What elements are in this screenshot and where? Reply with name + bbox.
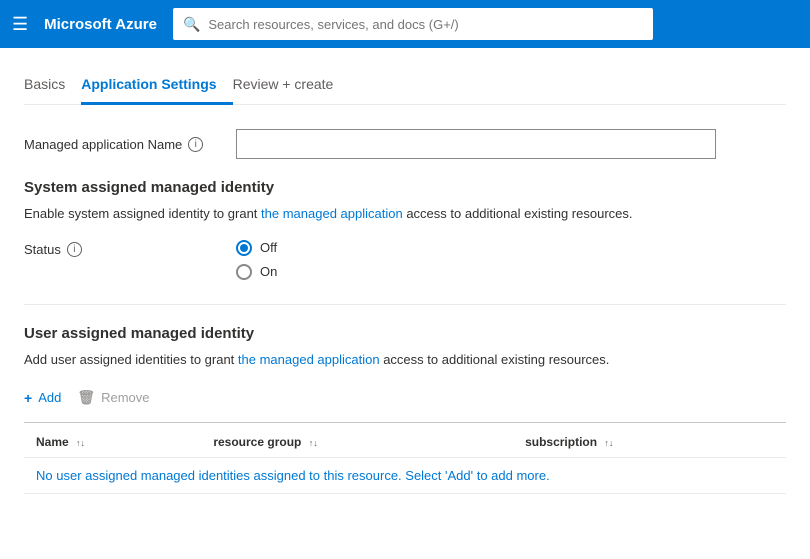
empty-row: No user assigned managed identities assi… [24,458,786,494]
empty-message: No user assigned managed identities assi… [24,458,786,494]
status-info-icon[interactable]: i [67,242,82,257]
action-toolbar: + Add 🗑 Remove [24,385,786,410]
user-identity-heading: User assigned managed identity [24,325,786,342]
status-on-radio[interactable] [236,264,252,280]
sort-name-icon: ↑↓ [76,438,85,448]
main-content: Basics Application Settings Review + cre… [0,48,810,514]
tab-review-create[interactable]: Review + create [233,68,350,105]
search-input[interactable] [208,17,643,32]
add-icon: + [24,390,32,406]
search-bar: 🔍 [173,8,653,40]
status-off-label: Off [260,240,277,255]
tab-basics[interactable]: Basics [24,68,81,105]
user-identity-description: Add user assigned identities to grant th… [24,350,786,370]
status-on-label: On [260,264,277,279]
toolbar-separator [24,422,786,423]
system-identity-heading: System assigned managed identity [24,179,786,196]
add-button[interactable]: + Add [24,386,61,410]
top-navigation: ☰ Microsoft Azure 🔍 [0,0,810,48]
status-label: Status [24,242,61,257]
status-radio-group: Off On [236,240,277,280]
status-label-col: Status i [24,240,224,257]
system-identity-description: Enable system assigned identity to grant… [24,204,786,224]
system-identity-link[interactable]: the managed application [261,206,403,221]
sort-rg-icon: ↑↓ [309,438,318,448]
col-name[interactable]: Name ↑↓ [24,427,201,458]
section-divider [24,304,786,305]
remove-button[interactable]: 🗑 Remove [77,385,149,410]
managed-app-name-info-icon[interactable]: i [188,137,203,152]
status-on-option[interactable]: On [236,264,277,280]
managed-app-name-input[interactable] [236,129,716,159]
tab-bar: Basics Application Settings Review + cre… [24,68,786,105]
add-label: Add [38,390,61,405]
status-off-radio[interactable] [236,240,252,256]
hamburger-menu-icon[interactable]: ☰ [12,14,28,35]
search-icon: 🔍 [183,16,200,33]
app-logo: Microsoft Azure [44,16,157,33]
identities-table: Name ↑↓ resource group ↑↓ subscription ↑… [24,427,786,494]
col-subscription[interactable]: subscription ↑↓ [513,427,786,458]
managed-app-name-label: Managed application Name i [24,137,224,152]
status-off-option[interactable]: Off [236,240,277,256]
managed-app-name-row: Managed application Name i [24,129,786,159]
col-resource-group[interactable]: resource group ↑↓ [201,427,513,458]
sort-sub-icon: ↑↓ [604,438,613,448]
status-row: Status i Off On [24,240,786,280]
user-identity-link[interactable]: the managed application [238,352,380,367]
trash-icon: 🗑 [77,389,95,406]
tab-application-settings[interactable]: Application Settings [81,68,232,105]
remove-label: Remove [101,390,149,405]
table-body: No user assigned managed identities assi… [24,458,786,494]
table-header: Name ↑↓ resource group ↑↓ subscription ↑… [24,427,786,458]
